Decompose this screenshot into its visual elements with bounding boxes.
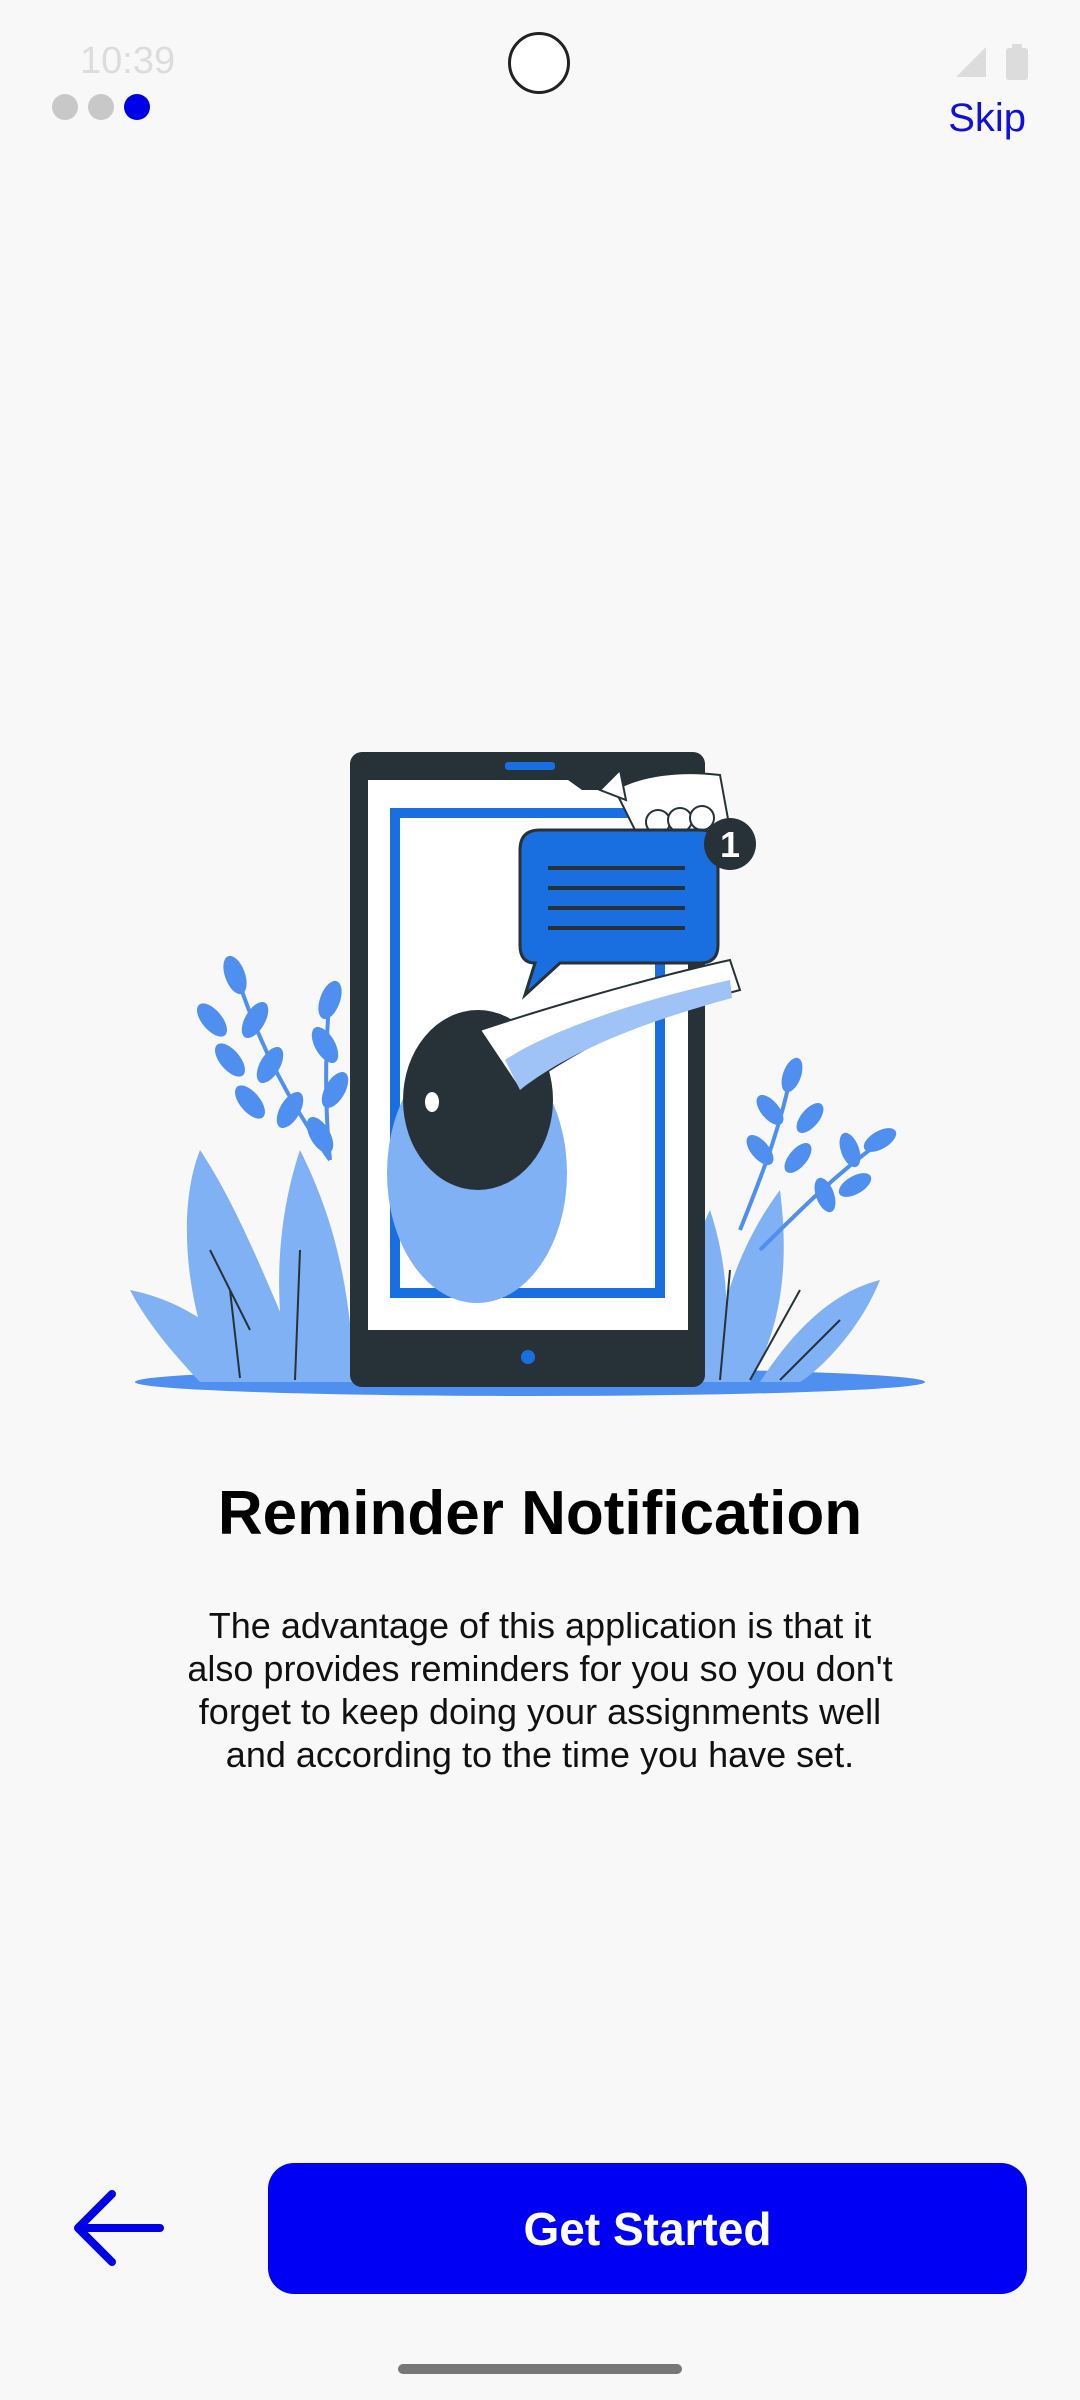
page-dot-active	[124, 94, 150, 120]
notification-badge: 1	[704, 818, 756, 870]
battery-icon	[1006, 44, 1028, 80]
page-description: The advantage of this application is tha…	[187, 1605, 893, 1775]
left-plant	[130, 955, 355, 1382]
status-icons	[954, 44, 1028, 80]
page-dot	[88, 94, 114, 120]
camera-cutout	[508, 32, 570, 94]
status-time: 10:39	[80, 40, 176, 82]
notification-count: 1	[720, 824, 740, 865]
back-button[interactable]	[68, 2178, 168, 2278]
arrow-left-icon	[74, 2190, 164, 2266]
reminder-illustration: 1	[130, 752, 925, 1396]
page-dot	[52, 94, 78, 120]
page-title: Reminder Notification	[217, 1479, 863, 1548]
status-bar: 10:39	[0, 0, 1080, 130]
skip-button[interactable]: Skip	[948, 96, 1026, 141]
signal-icon	[956, 47, 986, 77]
right-plant	[686, 1057, 897, 1382]
home-indicator[interactable]	[398, 2364, 682, 2374]
page-indicator	[52, 94, 150, 120]
get-started-button[interactable]: Get Started	[268, 2163, 1027, 2294]
